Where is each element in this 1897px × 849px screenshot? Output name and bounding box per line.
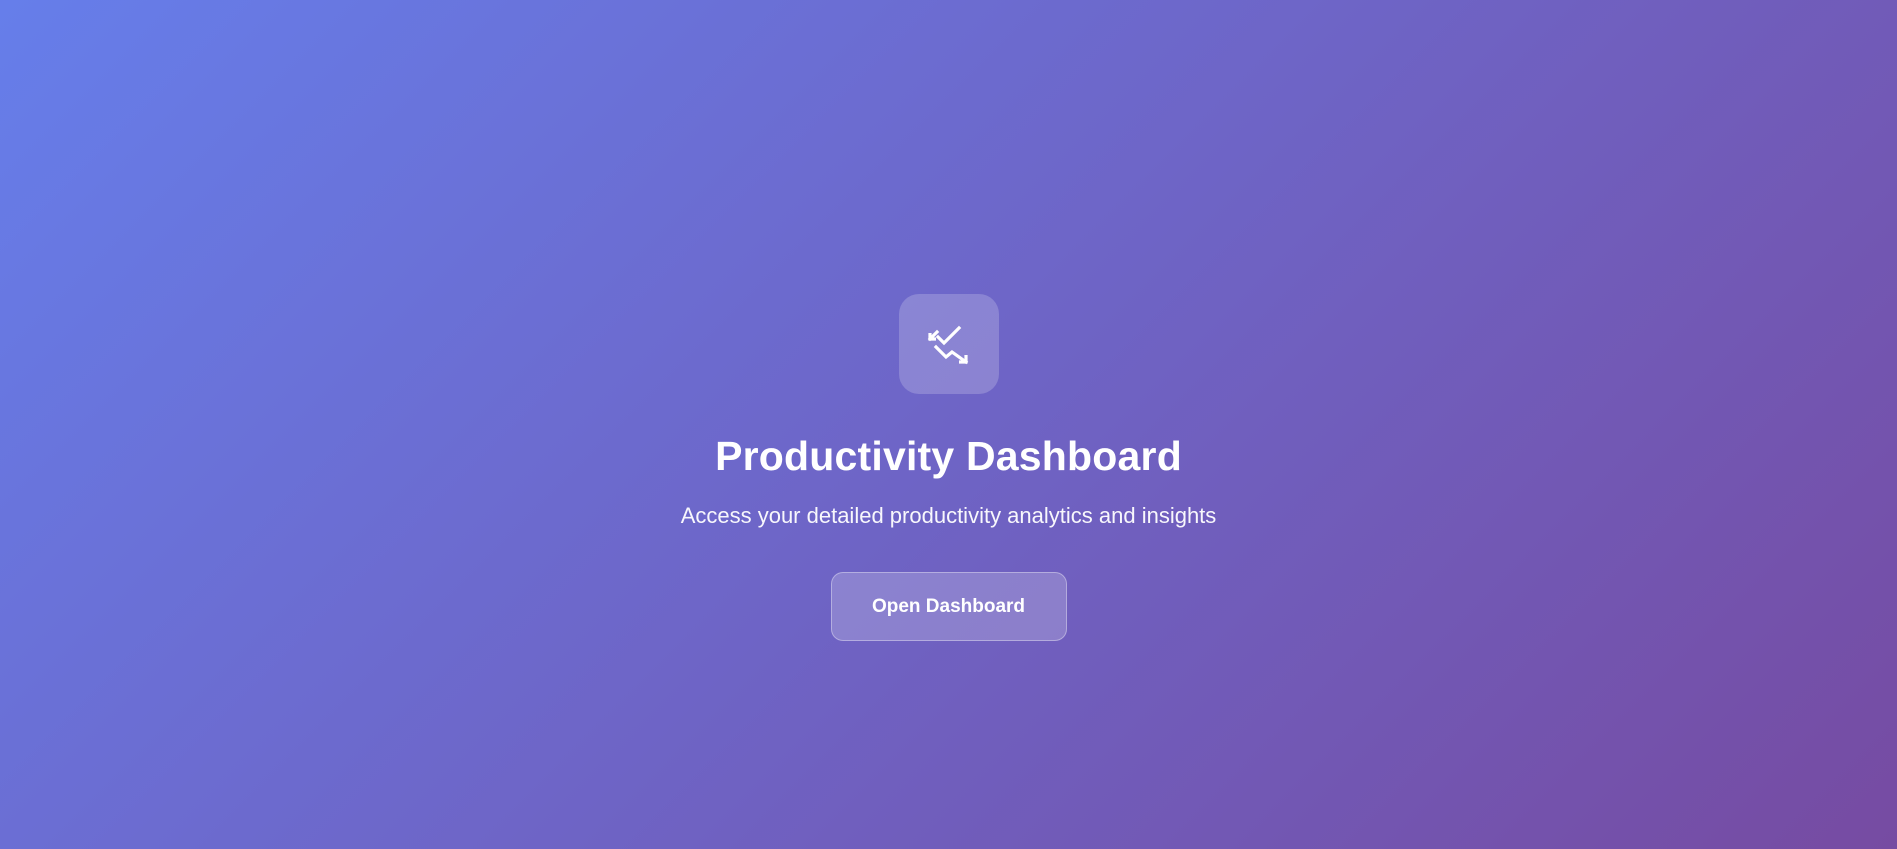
page-subtitle: Access your detailed productivity analyt… bbox=[680, 503, 1217, 528]
page-title: Productivity Dashboard bbox=[715, 433, 1182, 479]
chart-line-icon bbox=[927, 325, 968, 365]
open-dashboard-button[interactable]: Open Dashboard bbox=[830, 572, 1067, 641]
app-icon-tile bbox=[898, 294, 999, 394]
hero-section: Productivity Dashboard Access your detai… bbox=[0, 294, 1897, 641]
